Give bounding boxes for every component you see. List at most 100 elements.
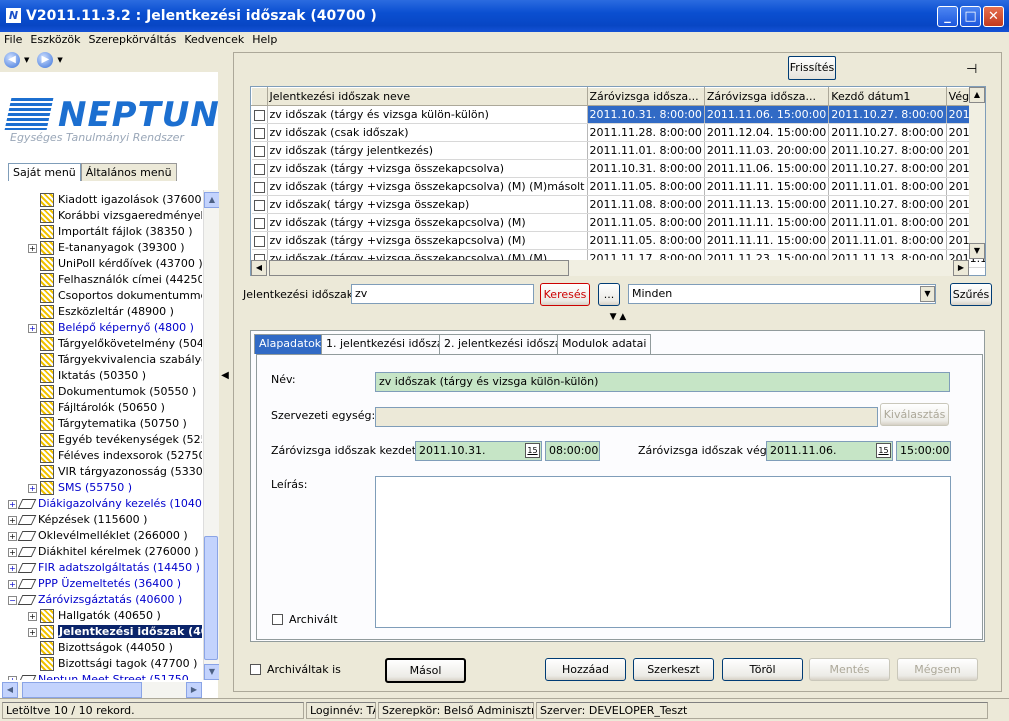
tree-item[interactable]: Eszközleltár (48900 ) — [28, 304, 174, 320]
tree-item[interactable]: + Diákigazolvány kezelés (10400 — [8, 496, 202, 512]
grid-scroll-right-icon[interactable]: ▶ — [953, 260, 969, 276]
grid-header-check[interactable] — [251, 87, 268, 106]
table-row[interactable]: zv időszak (tárgy +vizsga összekapcsolva… — [251, 177, 985, 196]
row-checkbox[interactable] — [253, 163, 265, 175]
table-cell[interactable]: 2011.10.27. 8:00:00 — [828, 123, 947, 142]
table-row[interactable]: zv időszak (tárgy +vizsga összekapcsolva… — [251, 213, 985, 232]
row-checkbox[interactable] — [253, 145, 265, 157]
tree-item[interactable]: Iktatás (50350 ) — [28, 368, 146, 384]
grid-vertical-scrollbar[interactable]: ▲ ▼ — [969, 87, 985, 259]
filter-dropdown-icon[interactable]: ▼ — [920, 286, 935, 302]
zv-end-date[interactable]: 2011.11.06. — [766, 441, 893, 461]
back-icon[interactable]: ◀ — [4, 52, 20, 68]
table-cell[interactable]: 2011.11.03. 20:00:00 — [704, 141, 830, 160]
tree-item[interactable]: UniPoll kérdőívek (43700 ) — [28, 256, 202, 272]
table-cell[interactable]: 2011.11.08. 8:00:00 — [587, 195, 705, 214]
row-checkbox[interactable] — [253, 199, 265, 211]
scroll-right-icon[interactable]: ▶ — [186, 682, 202, 698]
select-org-button[interactable]: Kiválasztás — [880, 403, 949, 426]
grid-hscroll-thumb[interactable] — [269, 260, 569, 276]
expand-icon[interactable]: + — [8, 547, 17, 557]
table-cell[interactable]: 2011.11.05. 8:00:00 — [587, 177, 705, 196]
table-cell[interactable]: 2011.12.04. 15:00:00 — [704, 123, 830, 142]
close-button[interactable]: ✕ — [983, 6, 1004, 27]
tree-item[interactable]: + E-tananyagok (39300 ) — [28, 240, 185, 256]
expand-icon[interactable]: + — [28, 323, 37, 333]
menu-szerepkorvaltas[interactable]: Szerepkörváltás — [84, 32, 180, 48]
table-cell[interactable]: 2011.11.13. 15:00:00 — [704, 195, 830, 214]
tree-hscroll-thumb[interactable] — [22, 682, 142, 698]
scroll-down-icon[interactable]: ▼ — [204, 664, 220, 680]
copy-button[interactable]: Másol — [385, 658, 466, 683]
grid-scroll-down-icon[interactable]: ▼ — [969, 243, 985, 259]
org-unit-field[interactable] — [375, 407, 878, 427]
grid-horizontal-scrollbar[interactable]: ◀ ▶ — [251, 260, 969, 276]
tree-item[interactable]: + SMS (55750 ) — [28, 480, 132, 496]
expand-icon[interactable]: + — [8, 499, 17, 509]
table-cell[interactable]: zv időszak (tárgy jelentkezés) — [267, 141, 588, 160]
filter-select[interactable]: Minden — [628, 284, 936, 304]
refresh-button[interactable]: Frissítés — [788, 56, 836, 80]
tree-item[interactable]: + Diákhitel kérelmek (276000 ) — [8, 544, 199, 560]
tab-modulok-adatai[interactable]: Modulok adatai — [557, 334, 652, 354]
table-row[interactable]: zv időszak (tárgy +vizsga összekapcsolva… — [251, 231, 985, 250]
tree-item[interactable]: + Neptun Meet Street (51750 — [8, 672, 189, 680]
zv-start-time[interactable]: 08:00:00 — [545, 441, 600, 461]
row-checkbox[interactable] — [253, 217, 265, 229]
table-cell[interactable]: 2011.11.06. 15:00:00 — [704, 159, 830, 178]
table-cell[interactable]: zv időszak (tárgy +vizsga összekapcsolva… — [267, 213, 588, 232]
table-cell[interactable]: 2011.10.31. 8:00:00 — [587, 105, 705, 124]
row-checkbox[interactable] — [253, 109, 265, 121]
table-cell[interactable]: 2011.10.27. 8:00:00 — [828, 195, 947, 214]
minimize-button[interactable]: _ — [937, 6, 958, 27]
table-cell[interactable]: zv időszak( tárgy +vizsga összekap) — [267, 195, 588, 214]
table-cell[interactable]: zv időszak (tárgy +vizsga összekapcsolva… — [267, 177, 588, 196]
scroll-left-icon[interactable]: ◀ — [2, 682, 18, 698]
table-cell[interactable]: 2011.11.11. 15:00:00 — [704, 213, 830, 232]
tree-item[interactable]: + Képzések (115600 ) — [8, 512, 147, 528]
tree-item[interactable]: + Hallgatók (40650 ) — [28, 608, 161, 624]
row-checkbox[interactable] — [253, 127, 265, 139]
table-row[interactable]: zv időszak (tárgy +vizsga összekapcsolva… — [251, 159, 985, 178]
tree-item[interactable]: Csoportos dokumentummegte — [28, 288, 202, 304]
table-cell[interactable]: 2011.11.01. 8:00:00 — [587, 141, 705, 160]
tree-item[interactable]: + FIR adatszolgáltatás (14450 ) — [8, 560, 200, 576]
menu-eszkozok[interactable]: Eszközök — [26, 32, 84, 48]
row-checkbox-cell[interactable] — [251, 159, 268, 178]
pin-icon[interactable]: ⊣ — [966, 62, 977, 77]
table-cell[interactable]: 2011.11.05. 8:00:00 — [587, 213, 705, 232]
back-dropdown-icon[interactable]: ▼ — [24, 56, 29, 64]
expand-icon[interactable]: + — [28, 627, 37, 637]
tree-item[interactable]: Felhasználók címei (44250 ) — [28, 272, 202, 288]
grid-header-zv-end[interactable]: Záróvizsga idősza... — [703, 87, 830, 106]
tab-jelentkezesi-idoszak-1[interactable]: 1. jelentkezési időszak — [321, 334, 455, 354]
table-cell[interactable]: 2011.11.06. 15:00:00 — [704, 105, 830, 124]
tree-item[interactable]: Egyéb tevékenységek (52550 — [28, 432, 202, 448]
table-cell[interactable]: zv időszak (csak időszak) — [267, 123, 588, 142]
expand-icon[interactable]: + — [8, 515, 17, 525]
tree-item[interactable]: Tárgytematika (50750 ) — [28, 416, 187, 432]
description-field[interactable] — [375, 476, 951, 628]
forward-icon[interactable]: ▶ — [37, 52, 54, 68]
tree-item[interactable]: Bizottsági tagok (47700 ) — [28, 656, 197, 672]
menu-kedvencek[interactable]: Kedvencek — [180, 32, 248, 48]
row-checkbox-cell[interactable] — [251, 141, 268, 160]
row-checkbox[interactable] — [253, 235, 265, 247]
row-checkbox[interactable] — [253, 181, 265, 193]
row-checkbox-cell[interactable] — [251, 231, 268, 250]
grid-header-zv-start[interactable]: Záróvizsga idősza... — [586, 87, 705, 106]
table-cell[interactable]: 2011.11.11. 15:00:00 — [704, 177, 830, 196]
tree-item[interactable]: − Záróvizsgáztatás (40600 ) — [8, 592, 182, 608]
row-checkbox-cell[interactable] — [251, 213, 268, 232]
tree-item[interactable]: Korábbi vizsgaeredmények rö — [28, 208, 202, 224]
tab-jelentkezesi-idoszak-2[interactable]: 2. jelentkezési időszak — [439, 334, 573, 354]
tree-item[interactable]: Dokumentumok (50550 ) — [28, 384, 196, 400]
table-cell[interactable]: 2011.11.05. 8:00:00 — [587, 231, 705, 250]
grid-header-start-date[interactable]: Kezdő dátum1 — [828, 87, 947, 106]
grid-scroll-up-icon[interactable]: ▲ — [969, 87, 985, 103]
expand-icon[interactable]: + — [8, 579, 17, 589]
panel-resize-arrows-icon[interactable]: ▼ ▲ — [593, 311, 643, 323]
expand-icon[interactable]: + — [28, 611, 37, 621]
scroll-up-icon[interactable]: ▲ — [204, 192, 220, 208]
search-input[interactable]: zv — [351, 284, 534, 304]
